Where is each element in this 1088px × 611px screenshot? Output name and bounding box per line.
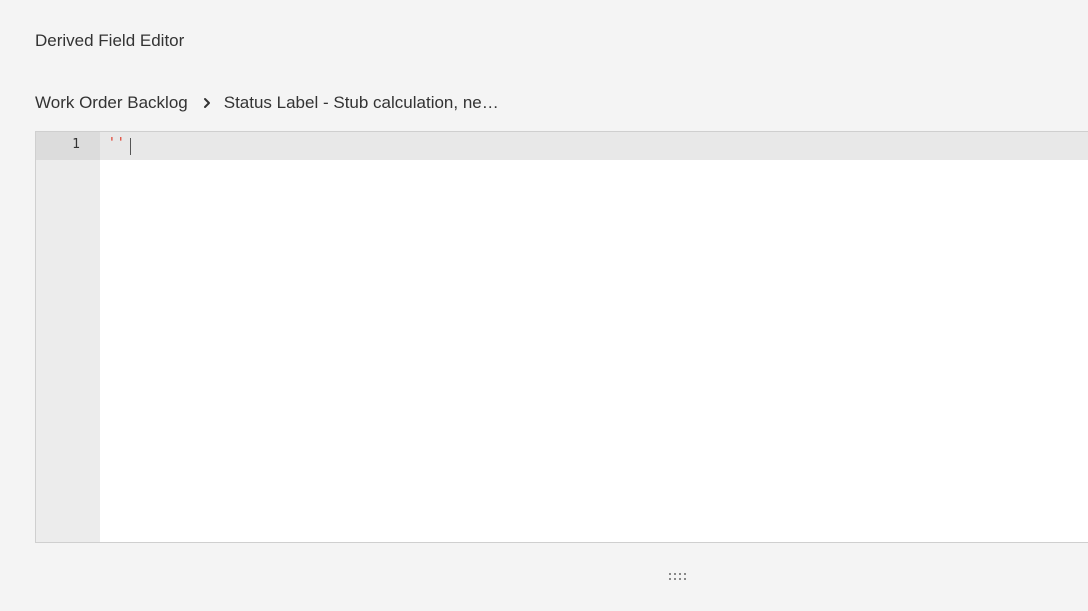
breadcrumb: Work Order Backlog Status Label - Stub c… [35, 93, 499, 113]
chevron-right-icon [203, 98, 210, 108]
active-line-highlight [36, 132, 1088, 160]
text-caret [130, 138, 131, 155]
code-line[interactable]: '' [108, 136, 126, 151]
line-number: 1 [72, 137, 80, 152]
breadcrumb-parent-link[interactable]: Work Order Backlog [35, 93, 188, 113]
breadcrumb-current: Status Label - Stub calculation, ne… [223, 93, 499, 112]
editor-gutter [36, 132, 100, 542]
code-editor[interactable]: 1 '' [35, 131, 1088, 543]
derived-field-editor-panel: Derived Field Editor Work Order Backlog … [0, 0, 1088, 611]
panel-title: Derived Field Editor [35, 31, 185, 50]
drag-handle-icon[interactable] [667, 570, 691, 584]
